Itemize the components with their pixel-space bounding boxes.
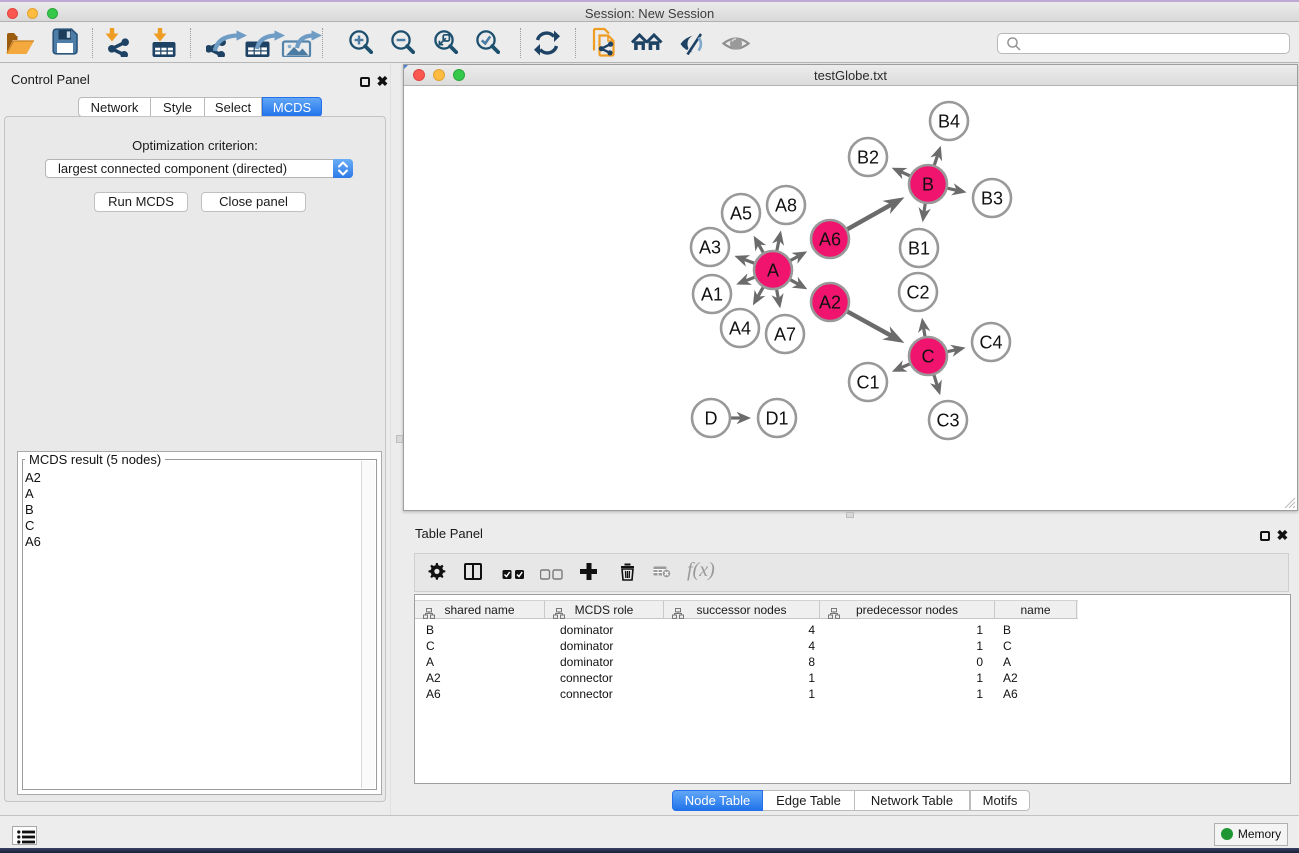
svg-text:A8: A8 xyxy=(775,196,797,216)
svg-text:A: A xyxy=(767,261,779,281)
svg-text:A2: A2 xyxy=(819,293,841,313)
svg-text:C4: C4 xyxy=(979,333,1002,353)
svg-text:B2: B2 xyxy=(857,148,879,168)
svg-text:C3: C3 xyxy=(936,411,959,431)
svg-text:D1: D1 xyxy=(765,409,788,429)
svg-text:A3: A3 xyxy=(699,238,721,258)
svg-text:D: D xyxy=(705,409,718,429)
svg-text:B4: B4 xyxy=(938,112,960,132)
svg-text:C1: C1 xyxy=(856,373,879,393)
svg-text:A6: A6 xyxy=(819,230,841,250)
svg-text:B3: B3 xyxy=(981,189,1003,209)
svg-text:A7: A7 xyxy=(774,325,796,345)
svg-text:A4: A4 xyxy=(729,319,751,339)
svg-text:B1: B1 xyxy=(908,239,930,259)
svg-text:A1: A1 xyxy=(701,285,723,305)
svg-text:A5: A5 xyxy=(730,204,752,224)
svg-text:C: C xyxy=(922,347,935,367)
svg-text:C2: C2 xyxy=(906,283,929,303)
svg-text:B: B xyxy=(922,175,934,195)
